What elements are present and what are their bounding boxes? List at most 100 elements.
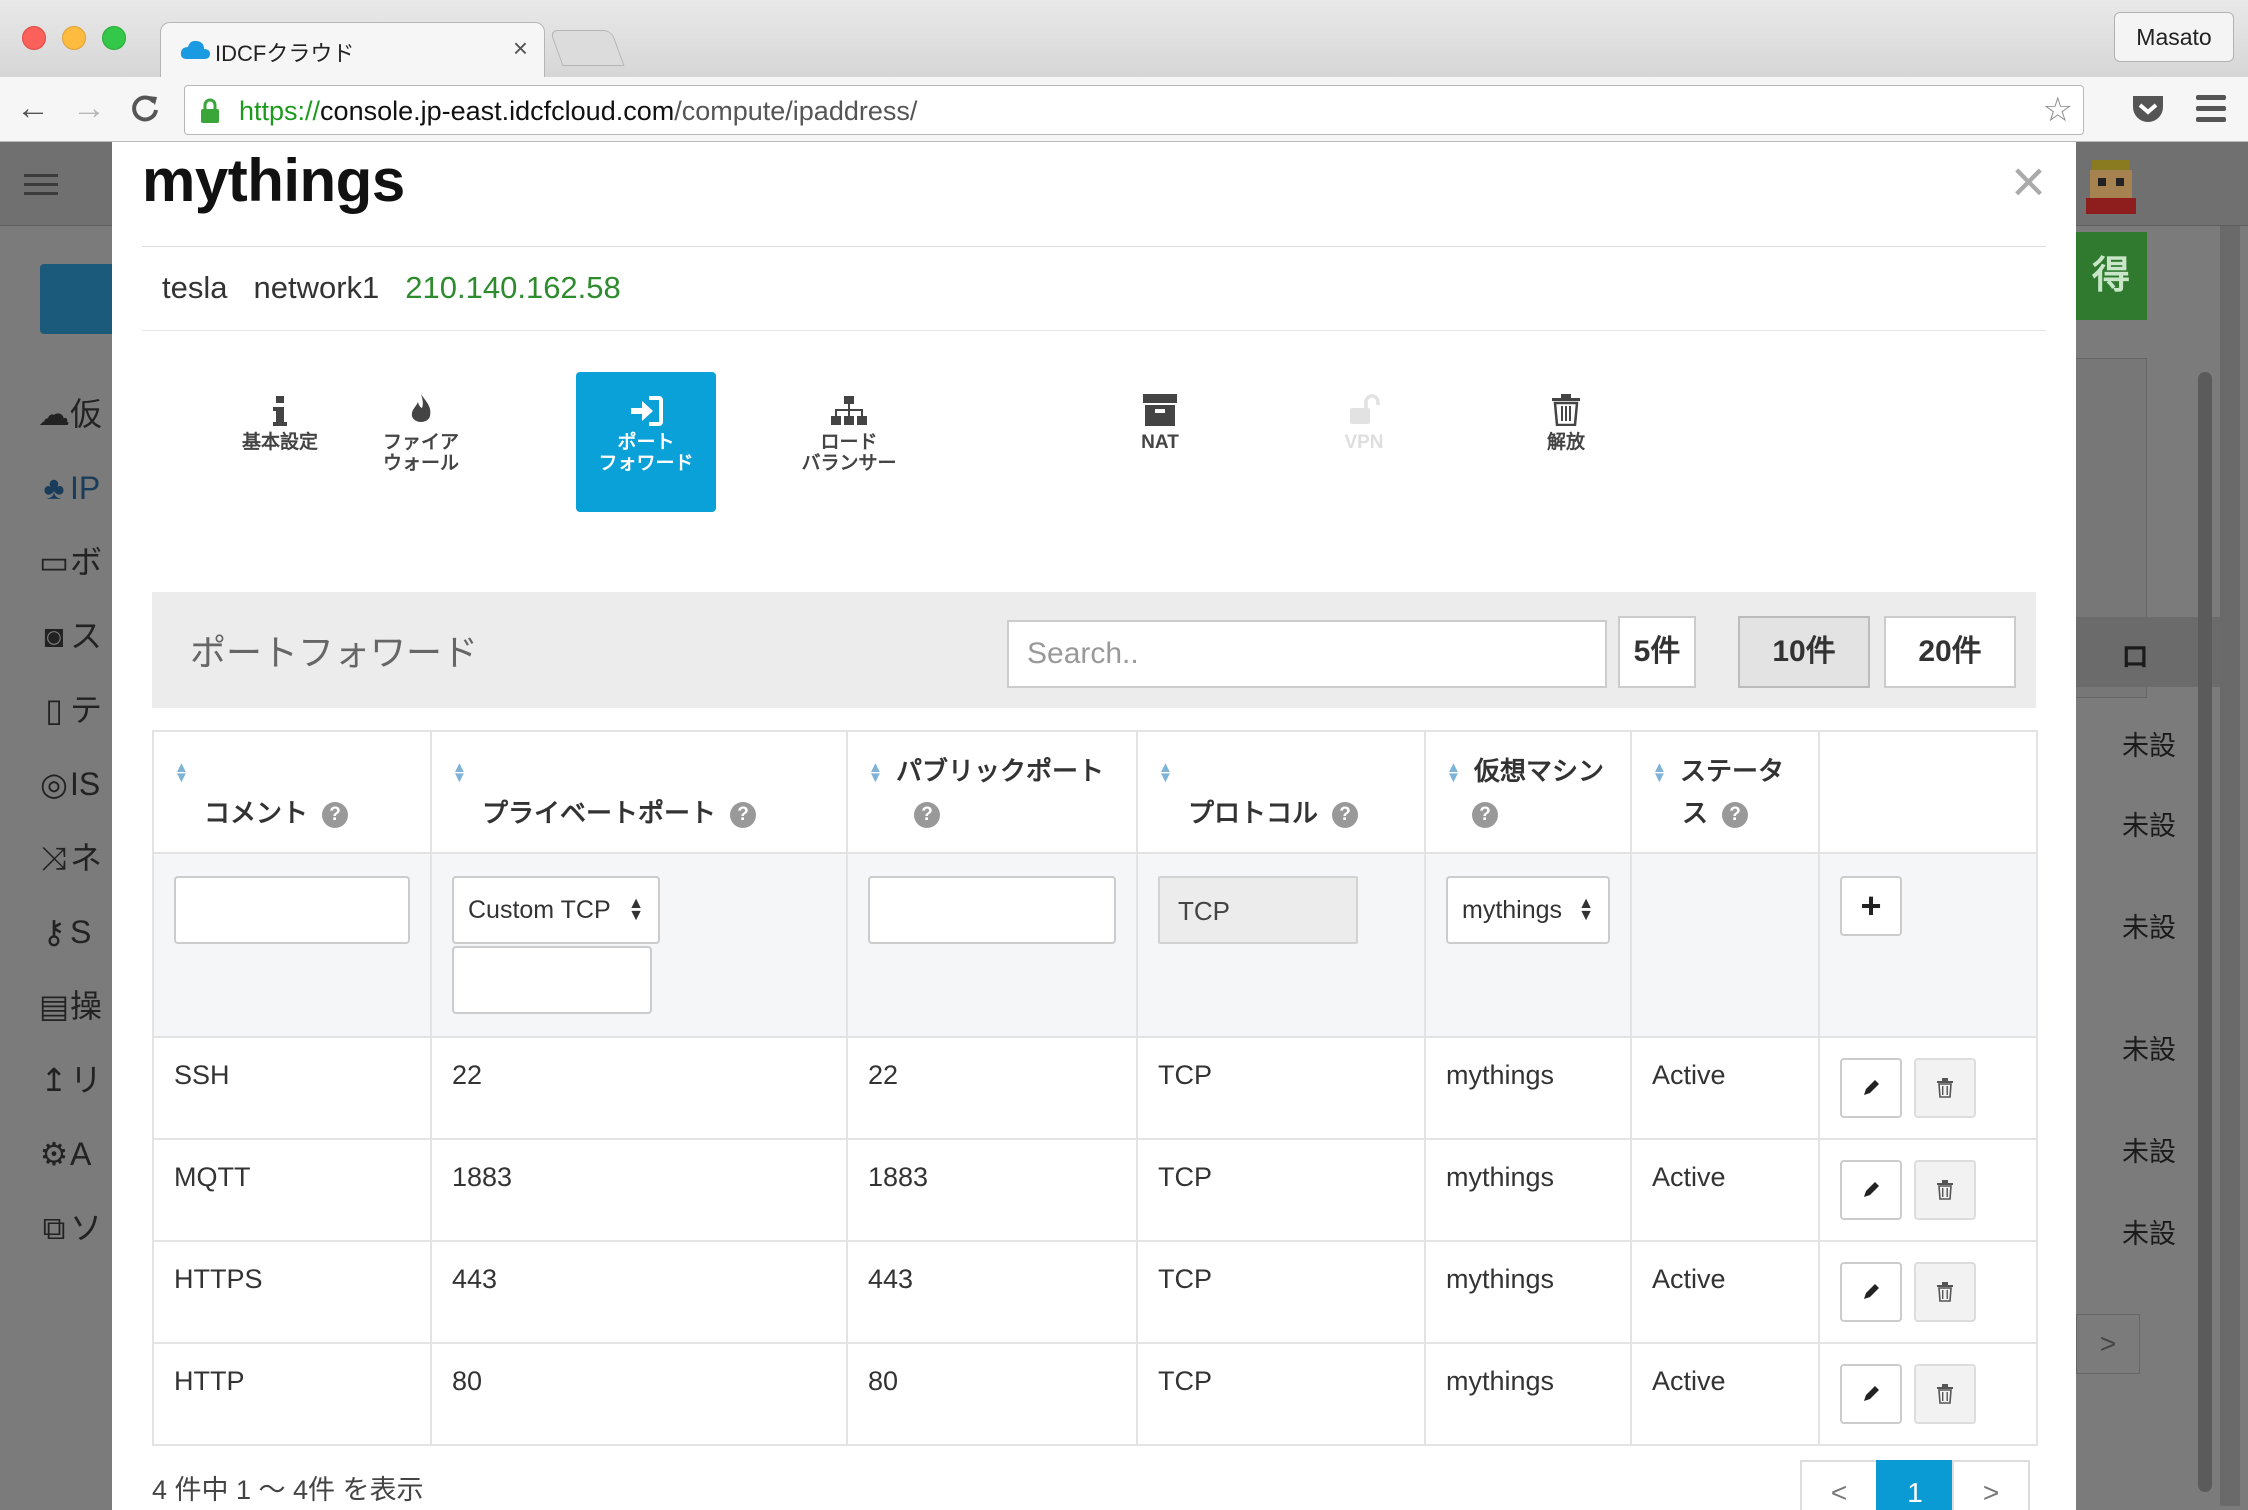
cell-comment: HTTPS [152, 1240, 432, 1344]
bg-nav-item: ▤操 [38, 988, 103, 1024]
bg-status-cell: 未設 [2122, 811, 2176, 841]
vm-select[interactable]: mythings ▲ ▼ [1446, 876, 1610, 944]
window-maximize-button[interactable] [102, 26, 126, 50]
window-minimize-button[interactable] [62, 26, 86, 50]
unlock-icon [1350, 394, 1380, 424]
tab-close-icon[interactable]: × [513, 33, 528, 64]
cell-vm: mythings [1424, 1240, 1632, 1344]
select-arrows-icon: ▲ ▼ [1578, 895, 1594, 924]
private-port-input[interactable] [452, 946, 652, 1014]
delete-button[interactable] [1914, 1058, 1976, 1118]
private-port-select[interactable]: Custom TCP ▲ ▼ [452, 876, 660, 944]
prev-page-button[interactable]: < [1800, 1460, 1878, 1510]
bookmark-star-icon[interactable]: ☆ [2043, 92, 2073, 128]
next-page-button[interactable]: > [1952, 1460, 2030, 1510]
column-header-vm[interactable]: ▲ ▼ 仮想マシン ? [1424, 730, 1632, 854]
background-green-button: 得 [2075, 232, 2147, 320]
public-port-input[interactable] [868, 876, 1116, 944]
add-rule-button[interactable]: + [1840, 876, 1902, 936]
edit-button[interactable] [1840, 1364, 1902, 1424]
cell-protocol: TCP [1136, 1342, 1426, 1446]
search-input[interactable] [1007, 620, 1607, 688]
tab-nat[interactable]: NAT [1090, 372, 1230, 512]
sort-icon: ▲ ▼ [1158, 759, 1173, 787]
url-text: https://console.jp-east.idcfcloud.com/co… [239, 96, 918, 126]
delete-button[interactable] [1914, 1160, 1976, 1220]
section-title: ポートフォワード [190, 632, 479, 673]
hamburger-icon [24, 174, 58, 196]
pencil-icon [1864, 1284, 1879, 1299]
tab-release[interactable]: 解放 [1496, 372, 1636, 512]
back-arrow-icon[interactable]: ← [16, 91, 50, 125]
page-scrollbar[interactable] [2220, 226, 2240, 1506]
archive-icon [1143, 394, 1177, 426]
cell-comment: HTTP [152, 1342, 432, 1446]
bg-nav-item: ⚙A [39, 1136, 92, 1172]
trash-icon [1937, 1180, 1953, 1200]
modal-title: mythings [142, 147, 405, 214]
column-header-actions [1818, 730, 2038, 854]
close-icon[interactable]: × [2011, 152, 2046, 212]
cell-comment: SSH [152, 1036, 432, 1140]
sort-icon: ▲ ▼ [452, 759, 467, 787]
help-icon[interactable]: ? [914, 802, 940, 829]
help-icon[interactable]: ? [1332, 802, 1359, 829]
column-header-status[interactable]: ▲ ▼ ステータ ス? [1630, 730, 1820, 854]
profile-button[interactable]: Masato [2114, 12, 2234, 62]
help-icon[interactable]: ? [322, 802, 349, 829]
edit-button[interactable] [1840, 1058, 1902, 1118]
forward-arrow-icon[interactable]: → [72, 91, 106, 125]
column-header-protocol[interactable]: ▲ ▼ プロトコル? [1136, 730, 1426, 854]
new-tab-button[interactable] [549, 30, 625, 66]
help-icon[interactable]: ? [1472, 802, 1498, 829]
table-row: MQTT 1883 1883 TCP mythings Active [152, 1138, 2038, 1242]
column-header-private-port[interactable]: ▲ ▼ プライベートポート? [430, 730, 848, 854]
column-header-public-port[interactable]: ▲ ▼ パブリックポート ? [846, 730, 1138, 854]
sort-icon: ▲ ▼ [174, 759, 189, 787]
cloud-favicon-icon [180, 40, 210, 59]
bg-status-cell: 未設 [2122, 1219, 2176, 1249]
divider [142, 330, 2046, 331]
tab-vpn: VPN [1294, 372, 1434, 512]
bg-next-page-button: > [2076, 1314, 2140, 1374]
bg-nav-item: ▭ボ [38, 544, 103, 580]
protocol-field: TCP [1158, 876, 1358, 944]
bg-status-cell: 未設 [2122, 1137, 2176, 1167]
edit-button[interactable] [1840, 1262, 1902, 1322]
tab-basic-settings[interactable]: 基本設定 [210, 372, 350, 512]
delete-button[interactable] [1914, 1262, 1976, 1322]
browser-tab[interactable]: IDCFクラウド × [160, 22, 545, 78]
trash-icon [1937, 1078, 1953, 1098]
info-icon [273, 396, 287, 426]
page-size-5-button[interactable]: 5件 [1618, 616, 1696, 688]
tab-port-forward[interactable]: ポート フォワード [576, 372, 716, 512]
network-name: network1 [253, 270, 380, 305]
table-row: HTTPS 443 443 TCP mythings Active [152, 1240, 2038, 1344]
tab-load-balancer[interactable]: ロード バランサー [779, 372, 919, 512]
reload-icon[interactable] [130, 91, 160, 129]
table-row: SSH 22 22 TCP mythings Active [152, 1036, 2038, 1140]
help-icon[interactable]: ? [730, 802, 757, 829]
address-bar[interactable]: https://console.jp-east.idcfcloud.com/co… [184, 85, 2084, 135]
current-page-button[interactable]: 1 [1876, 1460, 1954, 1510]
page-size-10-button[interactable]: 10件 [1738, 616, 1870, 688]
port-forward-header: ポートフォワード 5件 10件 20件 [152, 592, 2036, 708]
edit-button[interactable] [1840, 1160, 1902, 1220]
page-scrollbar-thumb[interactable] [2198, 372, 2212, 1492]
bg-nav-item: ⚷ S [42, 914, 92, 950]
window-close-button[interactable] [22, 26, 46, 50]
browser-menu-icon[interactable] [2196, 95, 2226, 123]
sort-icon: ▲ ▼ [1446, 759, 1461, 787]
cell-status: Active [1630, 1342, 1820, 1446]
pocket-icon[interactable] [2130, 93, 2166, 125]
column-header-comment[interactable]: ▲ ▼ コメント? [152, 730, 432, 854]
tab-firewall[interactable]: ファイア ウォール [351, 372, 491, 512]
page-size-20-button[interactable]: 20件 [1884, 616, 2016, 688]
cell-status: Active [1630, 1036, 1820, 1140]
comment-input[interactable] [174, 876, 410, 944]
cell-comment: MQTT [152, 1138, 432, 1242]
bg-nav-item: ◎IS [40, 766, 101, 802]
delete-button[interactable] [1914, 1364, 1976, 1424]
help-icon[interactable]: ? [1722, 802, 1749, 829]
browser-toolbar: ← → https://console.jp-east.idcfcloud.co… [0, 77, 2248, 142]
